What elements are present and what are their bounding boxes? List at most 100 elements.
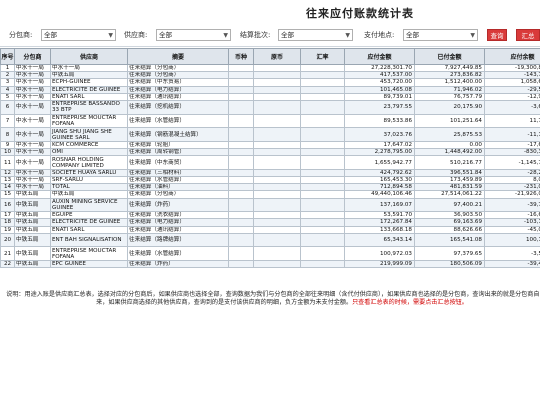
- col-header-supplier[interactable]: 供应商: [50, 48, 128, 65]
- table-row[interactable]: 11 中水十一局 ROSNAR HOLDING COMPANY LIMITED 往来结…: [0, 155, 540, 170]
- row-subcontractor: 中水十一局: [14, 71, 51, 80]
- period-select[interactable]: 全部 ▼: [278, 29, 353, 41]
- query-button[interactable]: 查询: [487, 29, 507, 41]
- row-subcontractor: 中铁五局: [14, 232, 51, 248]
- col-header-original-amount[interactable]: 原币: [253, 48, 301, 65]
- row-payable: 17,647.02: [344, 140, 415, 150]
- row-original-amount: [253, 78, 301, 87]
- table-row[interactable]: 8 中水十一局 JIANG SHU JIANG SHE GUINEE SARL 往来结…: [0, 127, 540, 142]
- col-header-payable[interactable]: 应付金额: [344, 48, 415, 65]
- location-select[interactable]: 全部 ▼: [403, 29, 478, 41]
- row-index: 14: [0, 183, 15, 192]
- row-subcontractor: 中铁五局: [14, 197, 51, 213]
- row-payable: 712,894.58: [344, 183, 415, 192]
- table-row[interactable]: 2 中水十一局 中铁五局 往来结算（分包商） 417,537.00 273,836.82-…: [0, 71, 540, 80]
- divider: [0, 46, 540, 47]
- row-original-amount: [253, 100, 301, 115]
- row-payable: 37,023.76: [344, 127, 415, 142]
- table-row[interactable]: 6 中水十一局 ENTREPRISE BASSANDO 33 BTP 往来结算（挖机结…: [0, 100, 540, 115]
- row-currency: [228, 71, 254, 80]
- row-summary: 往来结算（水管结算）: [127, 175, 229, 185]
- table-row[interactable]: 18 中铁五局 ELECTRICITE DE GUINEE 往来结算（电力结算） 172…: [0, 218, 540, 227]
- col-header-currency[interactable]: 币种: [228, 48, 254, 65]
- table-row[interactable]: 17 中铁五局 EGUIPE 往来结算（洗衣结算） 53,591.70 36,903.50…: [0, 211, 540, 220]
- table-row[interactable]: 5 中水十一局 ENATI SARL 往来结算（通讯结算） 89,739.01 76,75…: [0, 92, 540, 102]
- table-row[interactable]: 20 中铁五局 ENT BAH SIGNALISATION 往来结算（路牌结算） 65,…: [0, 232, 540, 248]
- package-select[interactable]: 全部 ▼: [41, 29, 116, 41]
- row-supplier: ENATI SARL: [50, 92, 128, 102]
- table-row[interactable]: 15 中铁五局 中铁五局 往来结算（分包商） 49,440,106.46 27,514,0…: [0, 190, 540, 199]
- row-subcontractor: 中铁五局: [14, 246, 51, 261]
- row-supplier: ELECTRICITE DE GUINEE: [50, 218, 128, 227]
- row-paid: 165,541.08: [414, 232, 485, 248]
- table-row[interactable]: 7 中水十一局 ENTREPRISE MOUCTAR FOFANA 往来结算（水管结算…: [0, 113, 540, 129]
- row-balance: 100,197.94: [484, 232, 540, 248]
- col-header-paid[interactable]: 已付金额: [414, 48, 485, 65]
- col-header-summary[interactable]: 摘要: [127, 48, 229, 65]
- row-payable: 172,267.84: [344, 218, 415, 227]
- row-payable: 89,739.01: [344, 92, 415, 102]
- col-header-index[interactable]: 序号: [0, 48, 15, 65]
- row-paid: 1,448,492.00: [414, 147, 485, 157]
- row-supplier: ROSNAR HOLDING COMPANY LIMITED: [50, 155, 128, 170]
- row-currency: [228, 147, 254, 157]
- row-subcontractor: 中水十一局: [14, 85, 51, 94]
- table-row[interactable]: 1 中水十一局 中水十一局 往来结算（分包商） 27,228,301.70 7,927,4…: [0, 63, 540, 73]
- summary-button[interactable]: 汇总: [516, 29, 540, 41]
- row-summary: 往来结算（挖机结算）: [127, 100, 229, 115]
- row-original-amount: [253, 147, 301, 157]
- row-exchange-rate: [300, 211, 345, 220]
- table-row[interactable]: 14 中水十一局 TOTAL 往来结算（油料） 712,894.58 481,831.59…: [0, 183, 540, 192]
- table-row[interactable]: 3 中水十一局 ECPH-GUINEE 往来结算（中东贸易） 453,720.00 1,5…: [0, 78, 540, 87]
- row-balance: -19,300,851.85: [484, 63, 540, 73]
- row-balance: -231,062.99: [484, 183, 540, 192]
- table-row[interactable]: 9 中水十一局 KCM COMMERCE 往来结算（轮胎） 17,647.02 0.00-…: [0, 140, 540, 150]
- table-row[interactable]: 10 中水十一局 OMI 往来结算（周转钢管） 2,278,795.00 1,448,49…: [0, 147, 540, 157]
- row-summary: 往来结算（路牌结算）: [127, 232, 229, 248]
- row-original-amount: [253, 92, 301, 102]
- payables-table: 序号 分包商 供应商 摘要 币种 原币 汇率 应付金额 已付金额 应付余额 1中…: [0, 48, 540, 269]
- table-row[interactable]: 12 中水十一局 SOCIETE HUAYA SARLU 往来结算（三相材料） 424,…: [0, 168, 540, 178]
- package-select-value: 全部: [44, 31, 57, 39]
- row-original-amount: [253, 85, 301, 94]
- col-header-subcontractor[interactable]: 分包商: [14, 48, 51, 65]
- supplier-select[interactable]: 全部 ▼: [156, 29, 231, 41]
- row-exchange-rate: [300, 259, 345, 269]
- row-paid: 71,946.02: [414, 85, 485, 94]
- row-summary: 往来结算（炸药）: [127, 259, 229, 269]
- row-summary: 往来结算（分包商）: [127, 63, 229, 73]
- row-currency: [228, 113, 254, 129]
- row-currency: [228, 225, 254, 234]
- row-supplier: ENATI SARL: [50, 225, 128, 234]
- row-summary: 往来结算（水管结算）: [127, 113, 229, 129]
- row-supplier: 中铁五局: [50, 190, 128, 199]
- row-index: 17: [0, 211, 15, 220]
- col-header-balance[interactable]: 应付余额: [484, 48, 540, 65]
- col-header-exchange-rate[interactable]: 汇率: [300, 48, 345, 65]
- table-row[interactable]: 13 中水十一局 SRF-SARLU 往来结算（水管结算） 165,453.30 173,…: [0, 175, 540, 185]
- row-currency: [228, 92, 254, 102]
- row-subcontractor: 中铁五局: [14, 190, 51, 199]
- table-row[interactable]: 21 中铁五局 ENTREPRISE MOUCTAR FOFANA 往来结算（水管结算…: [0, 246, 540, 261]
- period-filter-label: 结算批次:: [240, 31, 271, 39]
- row-currency: [228, 78, 254, 87]
- row-payable: 53,591.70: [344, 211, 415, 220]
- row-balance: -29,519.06: [484, 85, 540, 94]
- row-paid: 0.00: [414, 140, 485, 150]
- table-row[interactable]: 16 中铁五局 AUXIN MINING SERVICE GUINEE 往来结算（炸药…: [0, 197, 540, 213]
- row-paid: 25,875.53: [414, 127, 485, 142]
- row-subcontractor: 中水十一局: [14, 92, 51, 102]
- location-filter-label: 支付地点:: [364, 31, 395, 39]
- table-row[interactable]: 22 中铁五局 EPC GUINEE 往来结算（炸药） 219,999.09 180,50…: [0, 259, 540, 269]
- row-original-amount: [253, 113, 301, 129]
- row-currency: [228, 232, 254, 248]
- row-exchange-rate: [300, 127, 345, 142]
- row-supplier: ELECTRICITE DE GUINEE: [50, 85, 128, 94]
- row-summary: 往来结算（分包商）: [127, 71, 229, 80]
- row-payable: 101,465.08: [344, 85, 415, 94]
- row-original-amount: [253, 232, 301, 248]
- row-original-amount: [253, 127, 301, 142]
- row-payable: 65,343.14: [344, 232, 415, 248]
- table-row[interactable]: 4 中水十一局 ELECTRICITE DE GUINEE 往来结算（电力结算） 101…: [0, 85, 540, 94]
- table-row[interactable]: 19 中铁五局 ENATI SARL 往来结算（通讯结算） 133,668.18 88,6…: [0, 225, 540, 234]
